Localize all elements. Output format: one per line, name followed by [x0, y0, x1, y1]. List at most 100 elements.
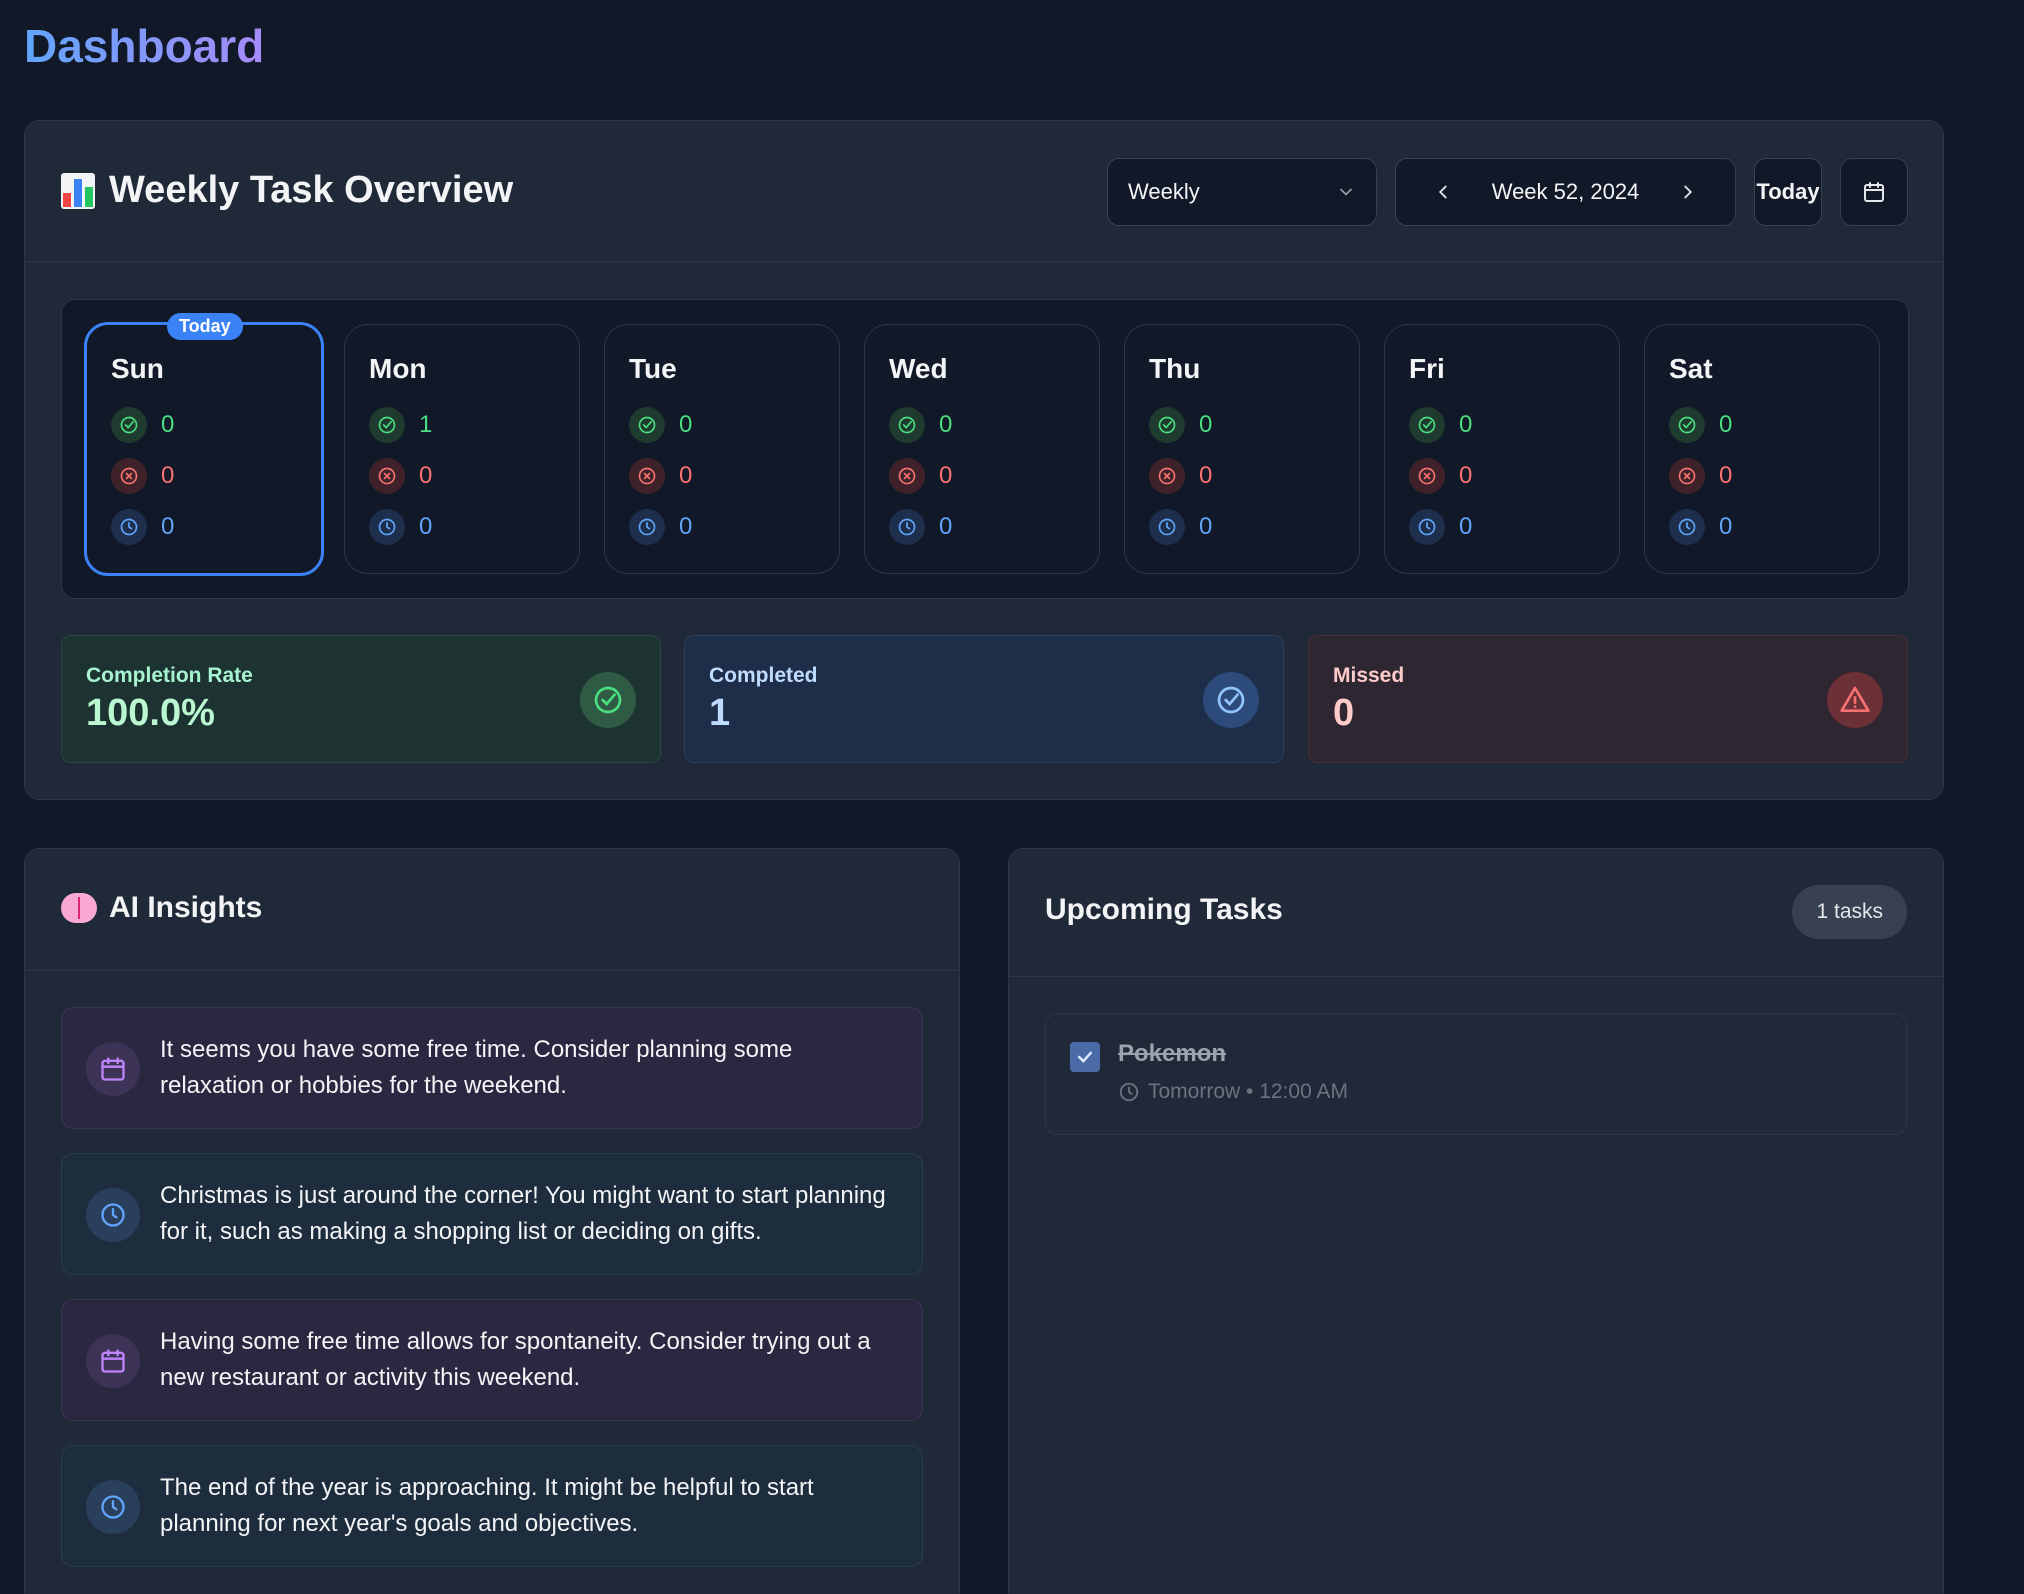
- completed-stat: 0: [1149, 407, 1212, 443]
- day-card-mon[interactable]: Mon 1 0 0: [344, 324, 580, 574]
- overview-title-text: Weekly Task Overview: [109, 169, 514, 211]
- pending-count: 0: [161, 513, 175, 540]
- day-card-thu[interactable]: Thu 0 0 0: [1124, 324, 1360, 574]
- check-icon: [1077, 1051, 1093, 1063]
- day-name: Wed: [889, 353, 948, 384]
- chevron-left-icon[interactable]: [1432, 181, 1454, 203]
- insights-header: AI Insights: [25, 849, 959, 971]
- completed-count: 0: [1459, 411, 1473, 438]
- missed-count: 0: [1719, 462, 1733, 489]
- clock-icon: [1149, 509, 1185, 545]
- missed-value: 0: [1333, 692, 1355, 734]
- missed-count: 0: [1459, 462, 1473, 489]
- check-circle-icon: [1409, 407, 1445, 443]
- completion-rate-value: 100.0%: [86, 692, 215, 734]
- clock-icon: [86, 1480, 140, 1534]
- check-circle-icon: [111, 407, 147, 443]
- missed-card: Missed 0: [1308, 635, 1908, 763]
- today-badge: Today: [167, 313, 243, 340]
- pending-stat: 0: [111, 509, 174, 545]
- missed-stat: 0: [1149, 458, 1212, 494]
- chevron-down-icon: [1340, 188, 1352, 196]
- day-card-fri[interactable]: Fri 0 0 0: [1384, 324, 1620, 574]
- check-circle-icon: [1203, 672, 1259, 728]
- check-circle-icon: [1149, 407, 1185, 443]
- pending-count: 0: [1459, 513, 1473, 540]
- week-label: Week 52, 2024: [1491, 179, 1640, 204]
- calendar-icon: [86, 1334, 140, 1388]
- overview-header: Weekly Task Overview Weekly Week 52, 202…: [25, 121, 1943, 262]
- completed-count: 0: [1199, 411, 1213, 438]
- period-select[interactable]: Weekly: [1107, 158, 1377, 226]
- day-name: Mon: [369, 353, 427, 384]
- missed-count: 0: [161, 462, 175, 489]
- period-select-value: Weekly: [1128, 179, 1200, 204]
- missed-stat: 0: [1669, 458, 1732, 494]
- completed-stat: 1: [369, 407, 432, 443]
- task-item[interactable]: Pokemon Tomorrow • 12:00 AM: [1045, 1013, 1907, 1135]
- completed-stat: 0: [889, 407, 952, 443]
- missed-stat: 0: [889, 458, 952, 494]
- missed-count: 0: [679, 462, 693, 489]
- upcoming-tasks-card: Upcoming Tasks 1 tasks Pokemon Tomorrow …: [1008, 848, 1944, 1594]
- pending-count: 0: [419, 513, 433, 540]
- week-days: Today Sun 0 0 0 Mon 1 0 0 Tue 0 0 0 Wed 0 0 0 Thu 0 0 0 Fri 0 0…: [61, 299, 1909, 599]
- day-card-sun[interactable]: Today Sun 0 0 0: [84, 313, 324, 576]
- missed-label: Missed: [1333, 664, 1405, 687]
- completed-stat: 0: [629, 407, 692, 443]
- insight-text: It seems you have some free time. Consid…: [160, 1036, 793, 1099]
- missed-stat: 0: [629, 458, 692, 494]
- check-circle-icon: [629, 407, 665, 443]
- insight-item: Christmas is just around the corner! You…: [61, 1153, 923, 1275]
- warning-triangle-icon: [1827, 672, 1883, 728]
- completion-rate-label: Completion Rate: [86, 664, 253, 687]
- clock-icon: [1119, 1082, 1139, 1102]
- missed-count: 0: [939, 462, 953, 489]
- calendar-icon: [1864, 182, 1884, 202]
- task-meta: Tomorrow • 12:00 AM: [1118, 1080, 1348, 1104]
- pending-stat: 0: [1409, 509, 1472, 545]
- upcoming-header: Upcoming Tasks 1 tasks: [1009, 849, 1943, 977]
- week-navigator: Week 52, 2024: [1395, 158, 1736, 226]
- x-circle-icon: [1409, 458, 1445, 494]
- completed-label: Completed: [709, 664, 818, 687]
- task-due: Tomorrow • 12:00 AM: [1148, 1080, 1348, 1103]
- x-circle-icon: [1149, 458, 1185, 494]
- x-circle-icon: [889, 458, 925, 494]
- missed-stat: 0: [111, 458, 174, 494]
- check-circle-icon: [889, 407, 925, 443]
- pending-stat: 0: [369, 509, 432, 545]
- x-circle-icon: [1669, 458, 1705, 494]
- pending-count: 0: [1719, 513, 1733, 540]
- pending-stat: 0: [1149, 509, 1212, 545]
- check-circle-icon: [580, 672, 636, 728]
- insight-text: Christmas is just around the corner! You…: [160, 1182, 886, 1245]
- completed-stat: 0: [111, 407, 174, 443]
- clock-icon: [1669, 509, 1705, 545]
- insight-text: Having some free time allows for spontan…: [160, 1328, 871, 1391]
- ai-insights-card: AI Insights It seems you have some free …: [24, 848, 960, 1594]
- day-card-wed[interactable]: Wed 0 0 0: [864, 324, 1100, 574]
- x-circle-icon: [629, 458, 665, 494]
- page-title: Dashboard: [24, 16, 264, 76]
- completed-count: 0: [939, 411, 953, 438]
- pending-stat: 0: [1669, 509, 1732, 545]
- day-card-tue[interactable]: Tue 0 0 0: [604, 324, 840, 574]
- calendar-button[interactable]: [1840, 158, 1908, 226]
- pending-stat: 0: [629, 509, 692, 545]
- check-circle-icon: [369, 407, 405, 443]
- task-checkbox[interactable]: [1070, 1042, 1100, 1072]
- pending-count: 0: [1199, 513, 1213, 540]
- clock-icon: [111, 509, 147, 545]
- pending-stat: 0: [889, 509, 952, 545]
- chevron-right-icon[interactable]: [1677, 181, 1699, 203]
- completed-count: 1: [419, 411, 433, 438]
- clock-icon: [369, 509, 405, 545]
- day-card-sat[interactable]: Sat 0 0 0: [1644, 324, 1880, 574]
- today-button[interactable]: Today: [1754, 158, 1822, 226]
- day-name: Tue: [629, 353, 677, 384]
- completed-card: Completed 1: [684, 635, 1284, 763]
- brain-icon: [61, 893, 97, 923]
- clock-icon: [889, 509, 925, 545]
- weekly-overview-card: Weekly Task Overview Weekly Week 52, 202…: [24, 120, 1944, 800]
